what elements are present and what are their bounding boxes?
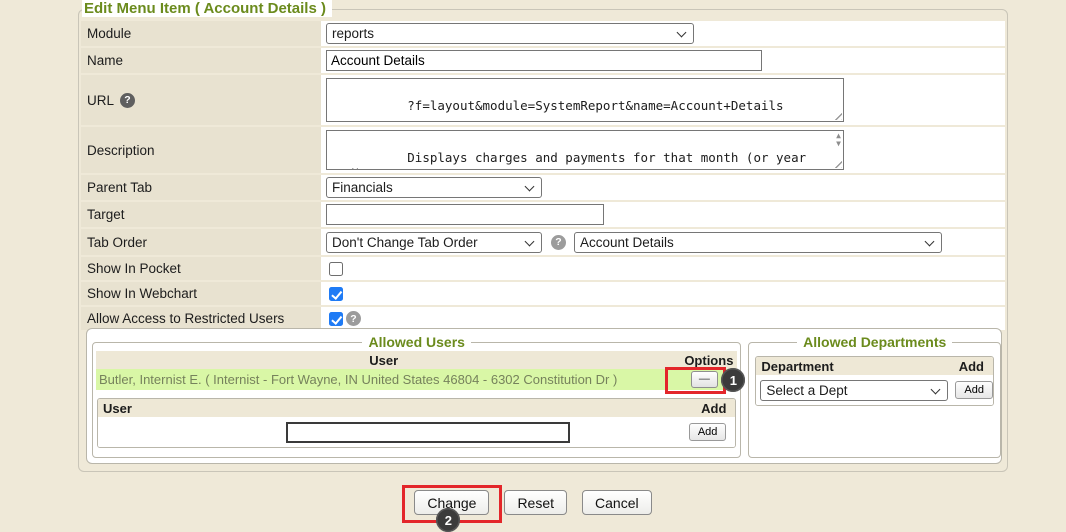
- tab-order-select[interactable]: Don't Change Tab Order: [326, 232, 542, 253]
- add-user-column-header: User: [98, 401, 677, 416]
- module-select-value: reports: [332, 26, 374, 41]
- help-icon[interactable]: ?: [120, 93, 135, 108]
- reset-button[interactable]: Reset: [504, 490, 567, 515]
- department-select[interactable]: Select a Dept: [760, 380, 948, 401]
- access-section: Allowed Users User Options Butler, Inter…: [86, 328, 1002, 464]
- chevron-down-icon: [525, 182, 535, 192]
- allow-restricted-label: Allow Access to Restricted Users: [81, 307, 321, 330]
- show-in-webchart-checkbox[interactable]: [329, 287, 343, 301]
- form-actions: Change 2 Reset Cancel: [0, 490, 1066, 515]
- chevron-down-icon: [525, 236, 535, 246]
- allowed-departments-fieldset: Allowed Departments Department Add Selec…: [748, 334, 1001, 458]
- description-value: Displays charges and payments for that m…: [332, 150, 814, 170]
- allowed-users-fieldset: Allowed Users User Options Butler, Inter…: [92, 334, 741, 458]
- url-row: URL ? ?f=layout&module=SystemReport&name…: [81, 75, 1005, 125]
- url-value: ?f=layout&module=SystemReport&name=Accou…: [407, 98, 783, 113]
- description-textarea[interactable]: Displays charges and payments for that m…: [326, 130, 844, 170]
- allowed-users-header: User Options: [96, 351, 737, 369]
- edit-menu-item-fieldset: Edit Menu Item ( Account Details ) Modul…: [78, 9, 1008, 472]
- description-row: Description Displays charges and payment…: [81, 127, 1005, 173]
- chevron-down-icon: [677, 28, 687, 38]
- url-textarea[interactable]: ?f=layout&module=SystemReport&name=Accou…: [326, 78, 844, 122]
- parent-tab-row: Parent Tab Financials: [81, 175, 1005, 200]
- show-in-webchart-row: Show In Webchart: [81, 282, 1005, 305]
- cancel-button[interactable]: Cancel: [582, 490, 652, 515]
- name-row: Name: [81, 48, 1005, 73]
- show-in-pocket-checkbox[interactable]: [329, 262, 343, 276]
- url-label: URL: [87, 93, 114, 108]
- add-user-row: Add: [98, 417, 735, 447]
- form-rows: Module reports Name URL ? ?f=layout&modu: [81, 21, 1005, 332]
- allow-restricted-row: Allow Access to Restricted Users ?: [81, 307, 1005, 330]
- page-title: Edit Menu Item ( Account Details ): [82, 0, 332, 17]
- parent-tab-label: Parent Tab: [81, 175, 321, 200]
- allowed-user-row: Butler, Internist E. ( Internist - Fort …: [96, 369, 737, 390]
- allowed-user-name: Butler, Internist E. ( Internist - Fort …: [96, 372, 671, 387]
- department-column-header: Department: [756, 359, 935, 374]
- chevron-down-icon: [925, 236, 935, 246]
- name-input[interactable]: [326, 50, 762, 71]
- name-label: Name: [81, 48, 321, 73]
- add-department-row: Select a Dept Add: [756, 375, 993, 405]
- module-select[interactable]: reports: [326, 23, 694, 44]
- department-select-value: Select a Dept: [766, 383, 847, 398]
- remove-user-button[interactable]: —: [691, 371, 718, 388]
- resize-handle-icon[interactable]: [832, 110, 842, 120]
- tab-position-select[interactable]: Account Details: [574, 232, 942, 253]
- tab-order-row: Tab Order Don't Change Tab Order ? Accou…: [81, 229, 1005, 255]
- department-header: Department Add: [756, 357, 993, 375]
- allowed-users-legend: Allowed Users: [362, 334, 470, 350]
- add-user-button[interactable]: Add: [689, 423, 727, 441]
- resize-handle-icon[interactable]: [832, 158, 842, 168]
- show-in-pocket-label: Show In Pocket: [81, 257, 321, 280]
- add-user-header: User Add: [98, 399, 735, 417]
- scrollbar-arrows-icon[interactable]: ▲▼: [836, 132, 841, 148]
- help-icon[interactable]: ?: [346, 311, 361, 326]
- parent-tab-select-value: Financials: [332, 180, 393, 195]
- tab-order-select-value: Don't Change Tab Order: [332, 235, 478, 250]
- options-column-header: Options: [671, 353, 737, 368]
- target-row: Target: [81, 202, 1005, 227]
- annotation-badge-2: 2: [436, 508, 460, 532]
- module-label: Module: [81, 21, 321, 46]
- target-input[interactable]: [326, 204, 604, 225]
- help-icon[interactable]: ?: [551, 235, 566, 250]
- parent-tab-select[interactable]: Financials: [326, 177, 542, 198]
- add-department-box: Department Add Select a Dept Add: [755, 356, 994, 406]
- show-in-pocket-row: Show In Pocket: [81, 257, 1005, 280]
- department-add-column-header: Add: [935, 359, 993, 374]
- allow-restricted-checkbox[interactable]: [329, 312, 343, 326]
- add-department-button[interactable]: Add: [955, 381, 993, 399]
- tab-order-label: Tab Order: [81, 229, 321, 255]
- target-label: Target: [81, 202, 321, 227]
- module-row: Module reports: [81, 21, 1005, 46]
- annotation-badge-1: 1: [721, 368, 745, 392]
- allowed-departments-legend: Allowed Departments: [797, 334, 952, 350]
- description-label: Description: [81, 127, 321, 173]
- add-user-box: User Add Add: [97, 398, 736, 448]
- add-user-input[interactable]: [286, 422, 570, 443]
- show-in-webchart-label: Show In Webchart: [81, 282, 321, 305]
- add-column-header: Add: [677, 401, 735, 416]
- user-column-header: User: [96, 353, 671, 368]
- chevron-down-icon: [931, 384, 941, 394]
- tab-position-select-value: Account Details: [580, 235, 674, 250]
